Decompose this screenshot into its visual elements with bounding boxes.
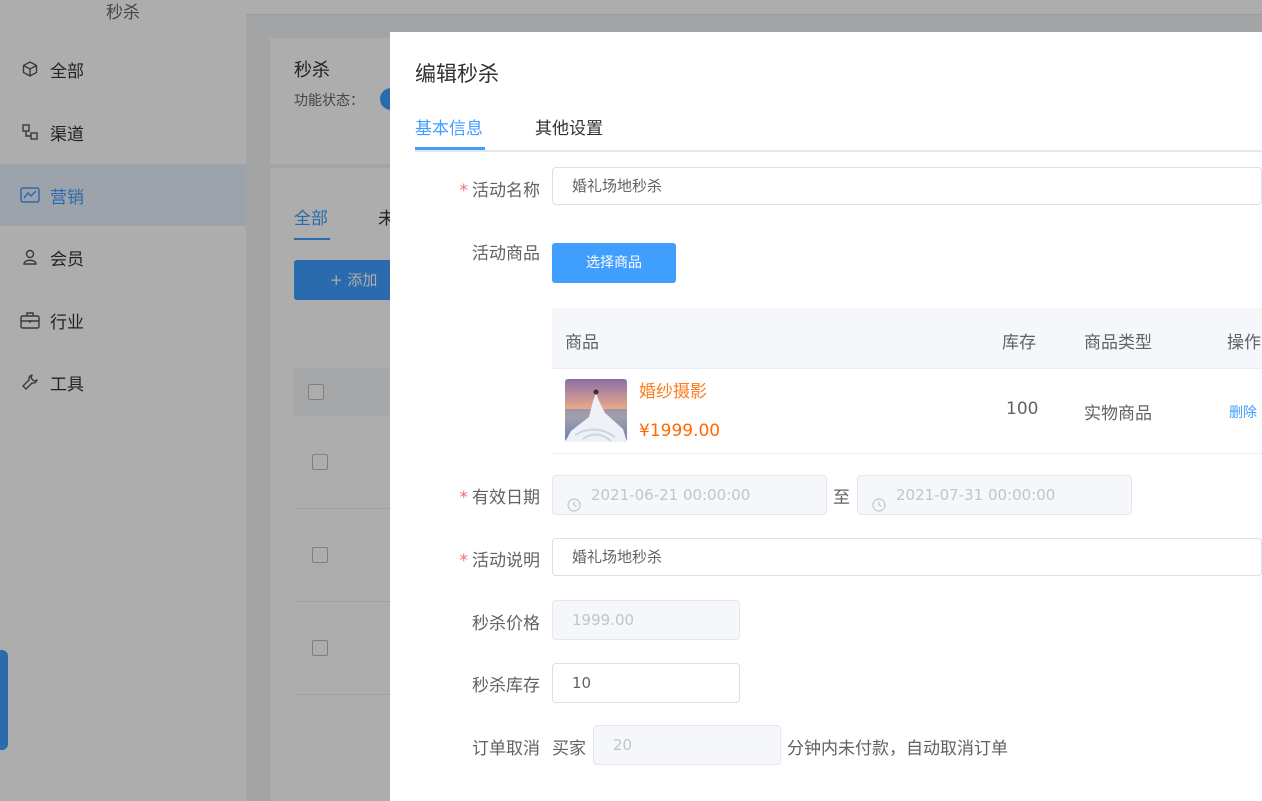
select-goods-button[interactable]: 选择商品 (552, 243, 676, 283)
buyer-prefix: 买家 (552, 739, 586, 759)
goods-type: 实物商品 (1084, 404, 1152, 424)
goods-name[interactable]: 婚纱摄影 (639, 377, 707, 402)
cancel-minutes-input: 20 (593, 725, 781, 765)
valid-date-label: * 有效日期 (459, 488, 541, 508)
activity-name-label: * 活动名称 (459, 181, 541, 201)
tab-other-settings[interactable]: 其他设置 (535, 114, 603, 139)
activity-goods-label: 活动商品 (472, 244, 540, 264)
tab-basic-info[interactable]: 基本信息 (415, 114, 483, 139)
clock-icon (872, 488, 886, 526)
activity-name-input[interactable]: 婚礼场地秒杀 (552, 167, 1262, 205)
required-mark: * (459, 488, 469, 508)
clock-icon (567, 488, 581, 526)
description-label: * 活动说明 (459, 551, 541, 571)
tab-indicator (415, 147, 485, 150)
goods-thumbnail (565, 379, 627, 442)
required-mark: * (459, 181, 469, 201)
column-header-stock: 库存 (1002, 333, 1036, 353)
table-header: 商品 库存 商品类型 操作 (552, 308, 1262, 369)
end-date-value: 2021-07-31 00:00:00 (896, 486, 1056, 504)
seckill-stock-label: 秒杀库存 (472, 676, 540, 696)
seckill-stock-input[interactable]: 10 (552, 663, 740, 703)
edit-seckill-dialog: 编辑秒杀 基本信息 其他设置 * 活动名称 婚礼场地秒杀 活动商品 选择商品 商品… (390, 32, 1262, 801)
description-input[interactable]: 婚礼场地秒杀 (552, 538, 1262, 576)
goods-price: ¥1999.00 (639, 421, 721, 441)
goods-stock: 100 (1006, 399, 1039, 419)
seckill-price-input: 1999.00 (552, 600, 740, 640)
required-mark: * (459, 551, 469, 571)
start-date-value: 2021-06-21 00:00:00 (591, 486, 751, 504)
table-row: 婚纱摄影 ¥1999.00 100 实物商品 删除 (552, 369, 1262, 454)
end-date-picker[interactable]: 2021-07-31 00:00:00 (857, 475, 1132, 515)
cancel-suffix: 分钟内未付款，自动取消订单 (787, 739, 1008, 759)
start-date-picker[interactable]: 2021-06-21 00:00:00 (552, 475, 827, 515)
delete-goods-link[interactable]: 删除 (1229, 402, 1257, 422)
seckill-price-label: 秒杀价格 (472, 614, 540, 634)
column-header-goods: 商品 (565, 333, 599, 353)
dialog-title: 编辑秒杀 (415, 62, 499, 86)
dialog-tabs: 基本信息 其他设置 (415, 110, 1262, 152)
column-header-action: 操作 (1227, 333, 1261, 353)
order-cancel-label: 订单取消 (472, 739, 540, 759)
goods-table: 商品 库存 商品类型 操作 婚纱摄影 ¥1999.00 100 实物商品 删除 (552, 308, 1262, 454)
date-separator: 至 (833, 488, 850, 508)
column-header-type: 商品类型 (1084, 333, 1152, 353)
